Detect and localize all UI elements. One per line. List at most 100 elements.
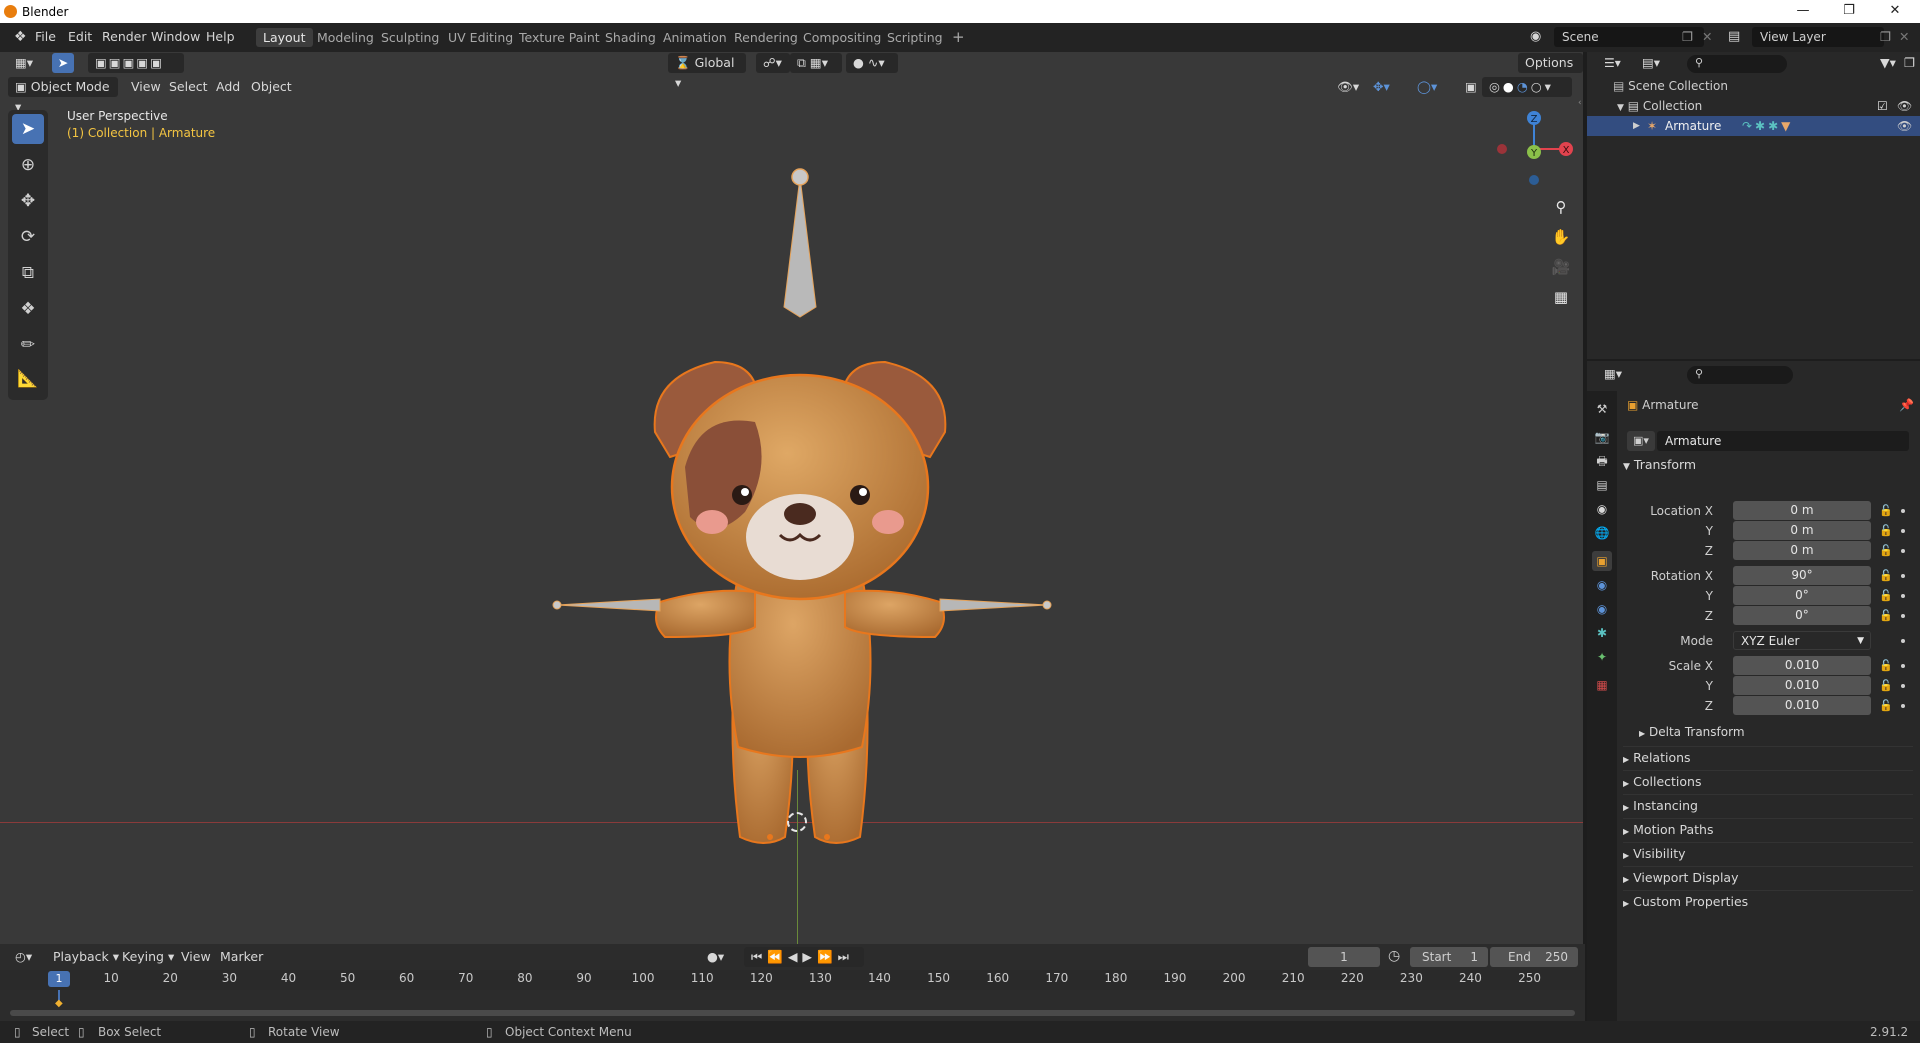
camera-view-icon[interactable]: 🎥 [1548, 254, 1574, 280]
close-icon[interactable]: ✕ [1872, 0, 1918, 23]
output-tab-icon[interactable]: 🖶 [1592, 451, 1612, 471]
pivot-point-icon[interactable]: ☍▾ [756, 53, 790, 73]
eye-icon[interactable]: 👁 [1897, 116, 1912, 136]
remove-scene-icon[interactable]: ✕ [1696, 28, 1718, 45]
visibility-panel-header[interactable]: ▶ Visibility [1623, 842, 1913, 864]
options-dropdown[interactable]: Options ▾ [1518, 53, 1583, 90]
marker-menu[interactable]: Marker [213, 947, 270, 967]
scale-z-field[interactable]: 0.010 [1733, 696, 1871, 715]
viewport-display-panel-header[interactable]: ▶ Viewport Display [1623, 866, 1913, 888]
measure-tool-icon[interactable]: 📐 [12, 364, 44, 394]
playback-controls[interactable]: ⏮⏪◀▶⏩⏭ [744, 947, 864, 967]
sidebar-toggle-icon[interactable]: ‹ [1578, 98, 1582, 108]
record-icon[interactable]: ●▾ [700, 947, 731, 967]
render-tab-icon[interactable]: 📷 [1592, 427, 1612, 447]
outliner-row-scene-collection[interactable]: ▤ Scene Collection [1613, 76, 1913, 96]
minimize-icon[interactable]: — [1780, 0, 1826, 23]
tab-layout[interactable]: Layout [256, 28, 313, 47]
delta-transform-subpanel[interactable]: ▶ Delta Transform [1639, 721, 1920, 743]
rotation-y-field[interactable]: 0° [1733, 586, 1871, 605]
object-tab-icon[interactable]: ▣ [1592, 551, 1612, 571]
tab-animation[interactable]: Animation [656, 28, 734, 47]
scene-tab-icon[interactable]: ◉ [1592, 499, 1612, 519]
pan-hand-icon[interactable]: ✋ [1548, 224, 1574, 250]
lock-icon[interactable]: 🔓 [1879, 696, 1893, 715]
3d-cursor-icon[interactable] [787, 812, 807, 832]
gizmo-neg-z-axis[interactable] [1529, 175, 1539, 185]
shading-mode-buttons[interactable]: ◎●◔○▾ [1482, 77, 1572, 97]
tab-rendering[interactable]: Rendering [727, 28, 805, 47]
keyframe-dot-icon[interactable] [1901, 574, 1905, 578]
timeline-view-menu[interactable]: View [174, 947, 218, 967]
end-frame-field[interactable]: End 250 [1490, 947, 1578, 967]
visibility-icon[interactable]: 👁▾ [1330, 77, 1366, 97]
tool-tab-icon[interactable]: ⚒ [1592, 399, 1612, 419]
bone-tab-icon[interactable]: ✦ [1592, 647, 1612, 667]
armature-data-icons[interactable]: ↷✱✱▼ [1742, 116, 1793, 136]
new-collection-icon[interactable]: ❐ [1897, 53, 1920, 73]
keying-menu[interactable]: Keying ▾ [115, 947, 181, 967]
texture-tab-icon[interactable]: ▦ [1592, 675, 1612, 695]
timeline-editor[interactable]: ◴▾ Playback ▾ Keying ▾ View Marker ●▾ ⏮⏪… [0, 944, 1585, 1021]
timeline-editor-type-icon[interactable]: ◴▾ [8, 947, 39, 967]
keyframe-dot-icon[interactable] [1901, 529, 1905, 533]
physics-tab-icon[interactable]: ◉ [1592, 599, 1612, 619]
lock-icon[interactable]: 🔓 [1879, 501, 1893, 520]
lock-icon[interactable]: 🔓 [1879, 676, 1893, 695]
world-tab-icon[interactable]: 🌐 [1592, 523, 1612, 543]
viewport-menu-select[interactable]: Select [162, 77, 215, 97]
instancing-panel-header[interactable]: ▶ Instancing [1623, 794, 1913, 816]
display-mode-icon[interactable]: ▤▾ [1635, 53, 1667, 73]
relations-panel-header[interactable]: ▶ Relations [1623, 746, 1913, 768]
modifier-tab-icon[interactable]: ◉ [1592, 575, 1612, 595]
proportional-edit-icon[interactable]: ● ∿▾ [846, 53, 898, 73]
tab-uv-editing[interactable]: UV Editing [441, 28, 520, 47]
eye-icon[interactable]: 👁 [1897, 96, 1912, 116]
viewport-menu-object[interactable]: Object [244, 77, 299, 97]
keyframe-dot-icon[interactable] [1901, 594, 1905, 598]
expand-arrow-icon[interactable]: ▶ [1633, 116, 1640, 136]
menu-window[interactable]: Window [145, 28, 206, 45]
properties-editor-type-icon[interactable]: ▦▾ [1597, 364, 1629, 384]
scale-x-field[interactable]: 0.010 [1733, 656, 1871, 675]
select-mode-buttons[interactable]: ▣▣▣▣▣ [88, 53, 184, 73]
cursor-tool-icon[interactable]: ⊕ [12, 150, 44, 180]
start-frame-field[interactable]: Start 1 [1410, 947, 1488, 967]
transform-panel-header[interactable]: ▼ Transform [1623, 454, 1913, 476]
select-tool-icon[interactable]: ➤ [52, 53, 74, 73]
keyframe-dot-icon[interactable] [1901, 639, 1905, 643]
current-frame-field[interactable]: 1 [1308, 947, 1380, 967]
add-workspace-icon[interactable]: + [945, 26, 972, 48]
overlays-icon[interactable]: ◯▾ [1410, 77, 1444, 97]
tab-modeling[interactable]: Modeling [310, 28, 381, 47]
rotation-mode-dropdown[interactable]: XYZ Euler ▼ [1733, 631, 1871, 650]
menu-help[interactable]: Help [200, 28, 241, 45]
remove-view-layer-icon[interactable]: ✕ [1893, 28, 1915, 45]
gizmo-toggle-icon[interactable]: ✥▾ [1366, 77, 1397, 97]
object-data-tab-icon[interactable]: ✱ [1592, 623, 1612, 643]
keyframe-dot-icon[interactable] [1901, 684, 1905, 688]
object-type-dropdown[interactable]: ▣▾ [1627, 431, 1655, 451]
editor-type-icon[interactable]: ▦▾ [8, 53, 40, 73]
clock-icon[interactable]: ◷ [1388, 948, 1400, 964]
rotate-tool-icon[interactable]: ⟳ [12, 222, 44, 252]
object-name-field[interactable]: Armature [1657, 431, 1909, 451]
tab-scripting[interactable]: Scripting [880, 28, 950, 47]
annotate-tool-icon[interactable]: ✏ [12, 330, 44, 360]
lock-icon[interactable]: 🔓 [1879, 606, 1893, 625]
restore-icon[interactable]: ❐ [1826, 0, 1872, 23]
outliner-search-input[interactable]: ⚲ [1687, 55, 1787, 73]
outliner-row-collection[interactable]: ▼ ▤ Collection ☑ 👁 [1617, 96, 1917, 116]
location-y-field[interactable]: 0 m [1733, 521, 1871, 540]
playhead-frame-badge[interactable]: 1 [48, 971, 70, 987]
menu-file[interactable]: File [29, 28, 62, 45]
keyframe-dot-icon[interactable] [1901, 614, 1905, 618]
ortho-grid-icon[interactable]: ▦ [1548, 284, 1574, 310]
scale-tool-icon[interactable]: ⧉ [12, 258, 44, 288]
motion-paths-panel-header[interactable]: ▶ Motion Paths [1623, 818, 1913, 840]
keyframe-dot-icon[interactable] [1901, 704, 1905, 708]
xray-icon[interactable]: ▣ [1458, 77, 1484, 97]
tab-sculpting[interactable]: Sculpting [374, 28, 446, 47]
frame-ruler[interactable]: 10 20 30 40 50 60 70 80 90 100 110 120 130 140 150 160 1… [0, 970, 1585, 990]
dog-character-model[interactable] [540, 147, 1060, 847]
